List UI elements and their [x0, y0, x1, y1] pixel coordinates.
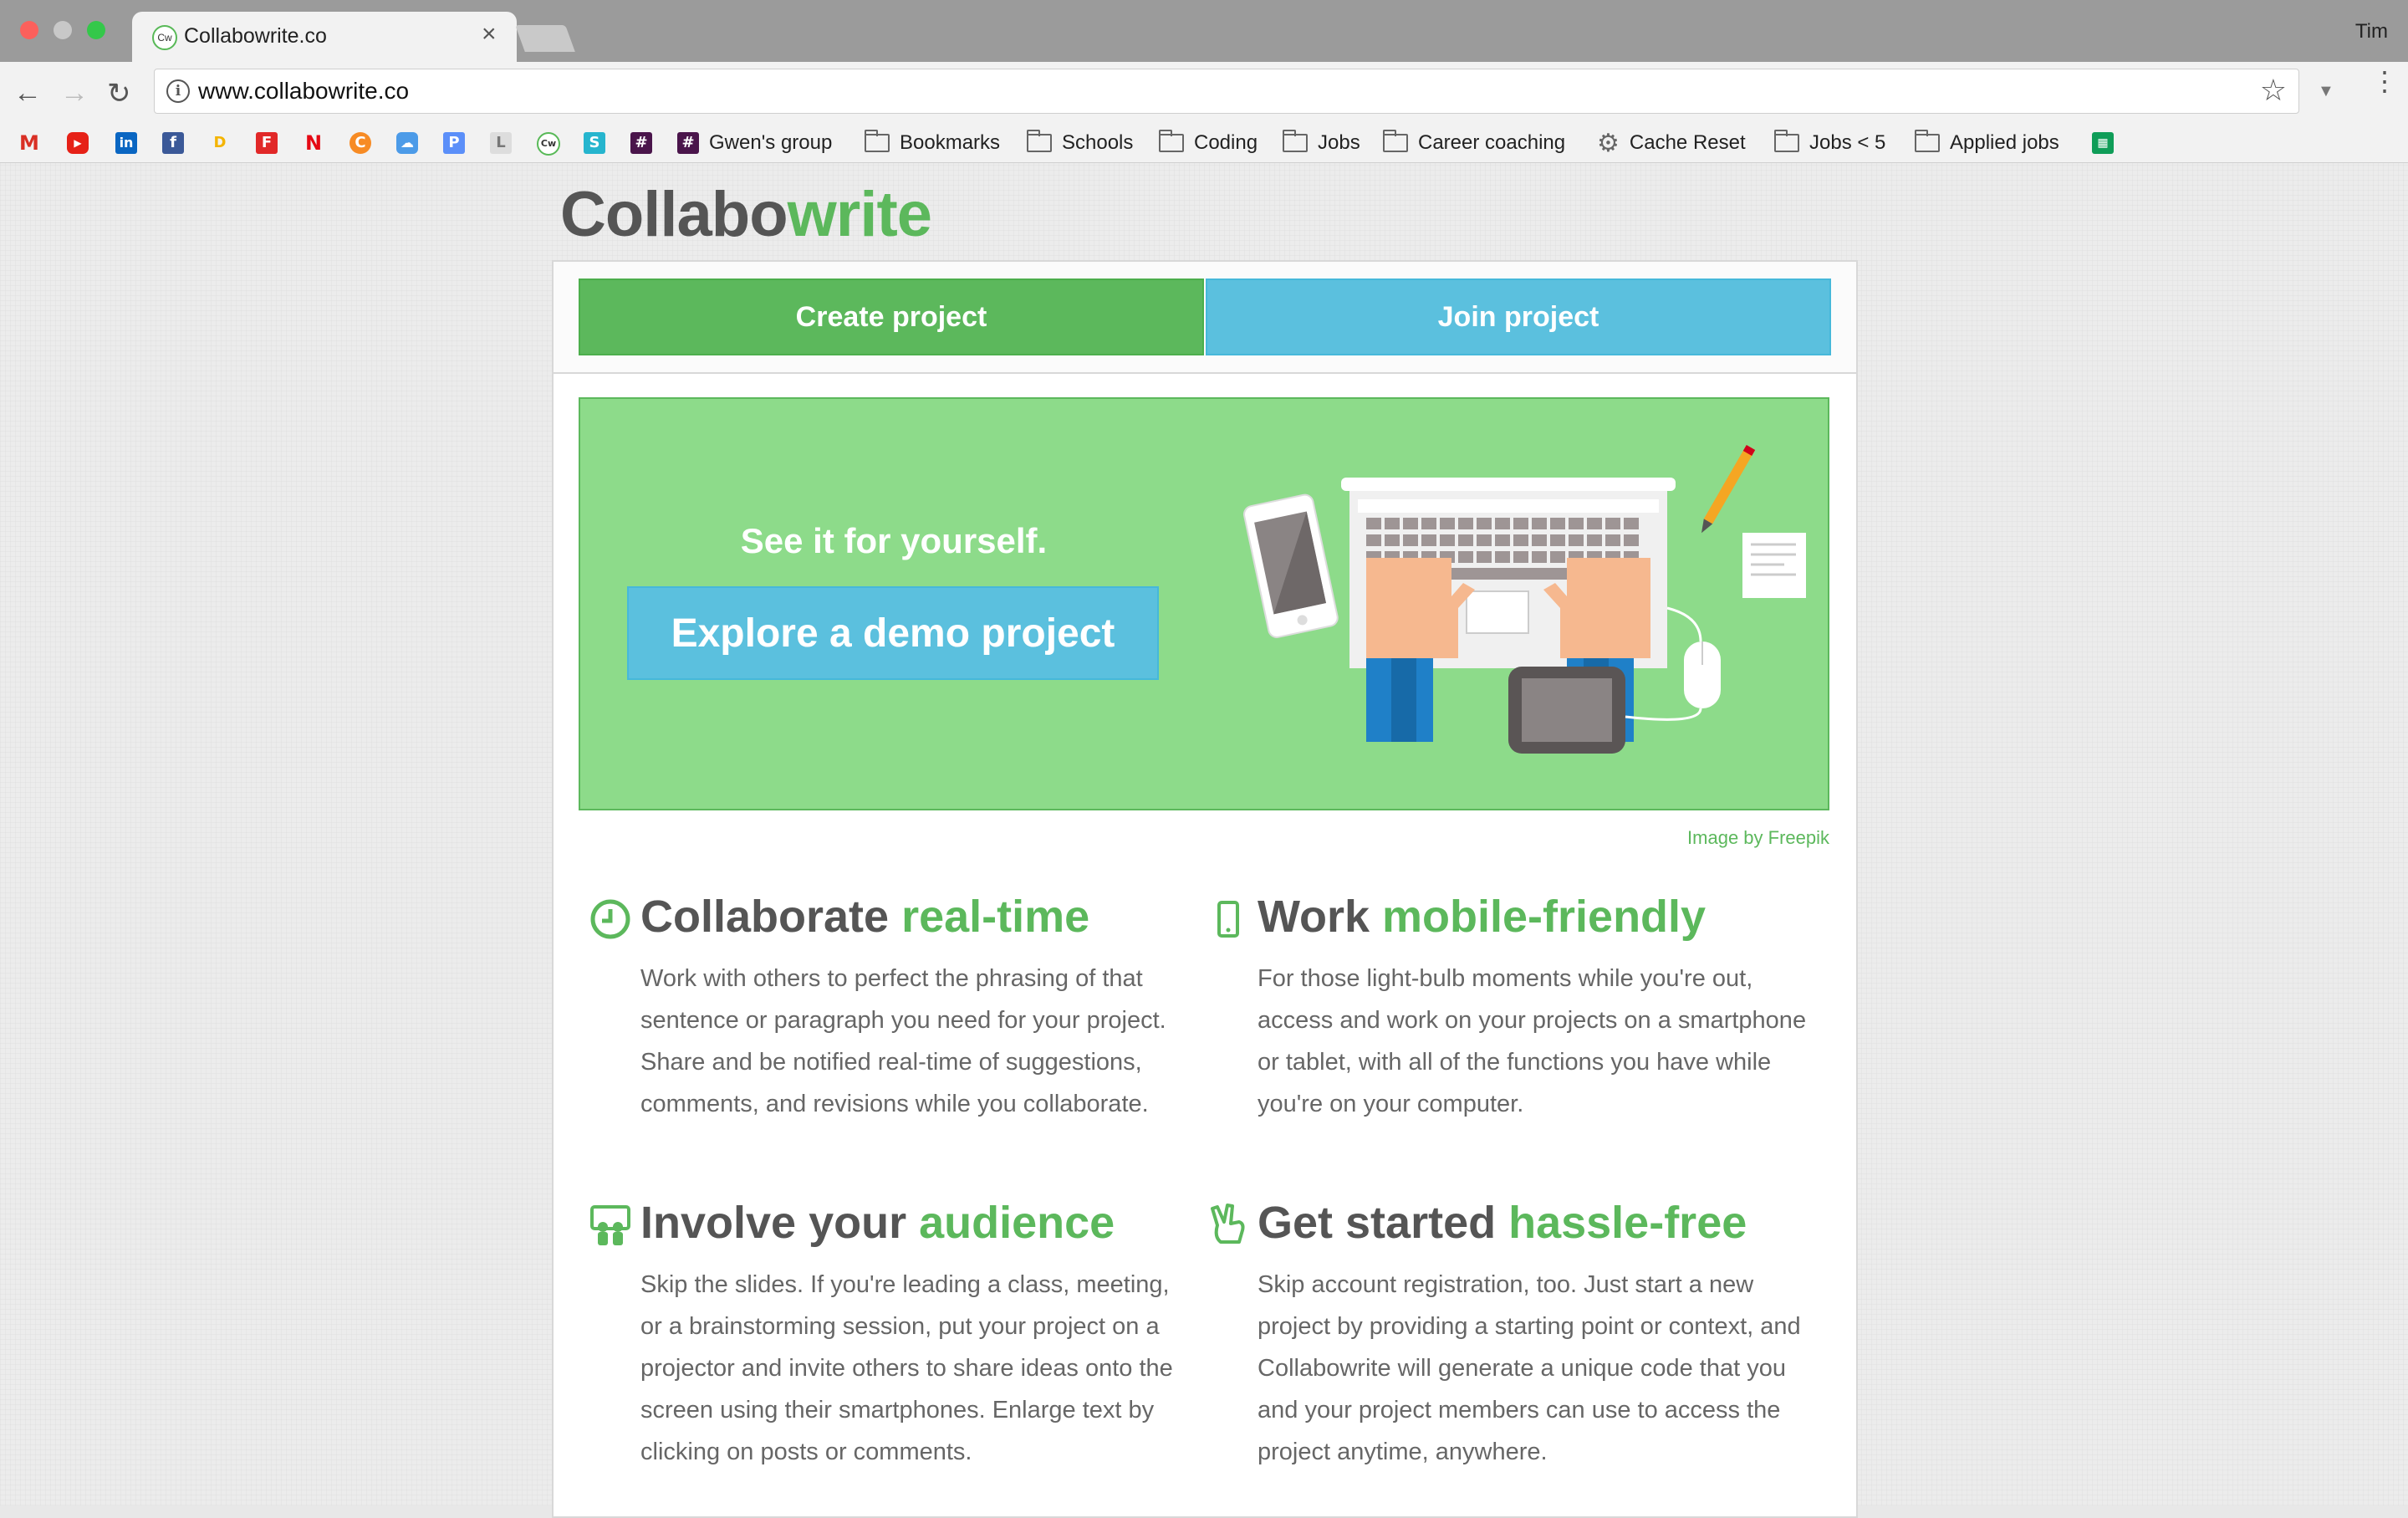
folder-icon — [865, 130, 890, 152]
back-arrow-icon[interactable]: ← — [13, 77, 42, 110]
page-viewport: Collabowrite Create project Join project… — [0, 163, 2408, 1518]
feature-description: Skip the slides. If you're leading a cla… — [640, 1271, 1173, 1465]
slack-icon: # — [677, 132, 699, 154]
folder-icon — [1159, 130, 1184, 152]
feature-collaborate-realtime: Collaborate real-time Work with others t… — [589, 891, 1174, 1125]
menu-icon[interactable]: ⋮ — [2371, 68, 2398, 95]
demo-banner: See it for yourself. Explore a demo proj… — [579, 397, 1829, 810]
bookmark-label: Schools — [1062, 131, 1134, 154]
info-icon[interactable]: i — [166, 79, 190, 103]
feature-involve-audience: Involve your audience Skip the slides. I… — [589, 1197, 1174, 1473]
feature-description: For those light-bulb moments while you'r… — [1258, 965, 1807, 1117]
flipboard-icon[interactable]: F — [256, 132, 278, 154]
crunchyroll-icon[interactable]: C — [349, 132, 371, 154]
bookmark-folder-jobs[interactable]: Jobs — [1283, 124, 1360, 162]
slack-icon[interactable]: # — [630, 132, 652, 154]
peace-hand-icon — [1211, 1204, 1245, 1244]
zoom-window-button[interactable] — [87, 21, 105, 39]
logo-part-2: write — [787, 179, 932, 250]
folder-icon — [1774, 130, 1799, 152]
address-bar[interactable]: i www.collabowrite.co ☆ — [154, 69, 2299, 114]
new-tab-button[interactable] — [515, 25, 575, 52]
forward-arrow-icon[interactable]: → — [60, 77, 89, 110]
bookmark-star-icon[interactable]: ☆ — [2260, 73, 2287, 108]
bookmark-folder-jobs-lt-5[interactable]: Jobs < 5 — [1774, 124, 1885, 162]
clock-icon — [590, 899, 630, 939]
folder-icon — [1915, 130, 1940, 152]
bookmark-label: Bookmarks — [900, 131, 1001, 154]
bookmark-folder-bookmarks[interactable]: Bookmarks — [865, 124, 1000, 162]
cloud-icon[interactable]: ☁ — [396, 132, 418, 154]
site-logo[interactable]: Collabowrite — [560, 178, 932, 251]
bookmarks-bar: M ▶ in f D F N C ☁ P L Cw S # # Gwen's g… — [0, 124, 2408, 163]
collabowrite-icon[interactable]: Cw — [537, 132, 560, 156]
minimize-window-button[interactable] — [54, 21, 72, 39]
gmail-icon[interactable]: M — [18, 132, 40, 154]
bookmark-gwens-group[interactable]: # Gwen's group — [677, 124, 832, 162]
folder-icon — [1027, 130, 1052, 152]
facebook-icon[interactable]: f — [162, 132, 184, 154]
action-bar: Create project Join project — [554, 262, 1856, 374]
linkedin-icon[interactable]: in — [115, 132, 137, 154]
p-icon[interactable]: P — [443, 132, 465, 154]
logo-part-1: Collabo — [560, 179, 788, 250]
main-panel: Create project Join project See it for y… — [552, 260, 1858, 1518]
join-project-button[interactable]: Join project — [1206, 279, 1831, 355]
folder-icon — [1283, 130, 1308, 152]
tab-title: Collabowrite.co — [184, 24, 327, 48]
bookmark-folder-coding[interactable]: Coding — [1159, 124, 1258, 162]
folder-icon — [1383, 130, 1408, 152]
gear-icon: ⚙ — [1597, 129, 1620, 157]
bookmark-label: Jobs — [1318, 131, 1360, 154]
feature-title: Involve your audience — [640, 1198, 1115, 1248]
browser-tabstrip: Cw Collabowrite.co × Tim — [0, 0, 2408, 64]
bookmark-folder-schools[interactable]: Schools — [1027, 124, 1133, 162]
reload-icon[interactable]: ↻ — [107, 77, 131, 110]
feature-mobile-friendly: Work mobile-friendly For those light-bul… — [1206, 891, 1806, 1125]
mobile-icon — [1217, 901, 1239, 938]
feature-description: Skip account registration, too. Just sta… — [1258, 1271, 1801, 1465]
bookmark-cache-reset[interactable]: ⚙ Cache Reset — [1597, 124, 1746, 162]
feature-title: Work mobile-friendly — [1258, 892, 1707, 942]
bookmark-label: Cache Reset — [1629, 131, 1746, 154]
workspace-illustration — [1243, 445, 1806, 754]
chevron-down-icon[interactable]: ▼ — [2318, 82, 2334, 101]
close-window-button[interactable] — [20, 21, 38, 39]
bookmark-folder-applied-jobs[interactable]: Applied jobs — [1915, 124, 2059, 162]
bookmark-label: Gwen's group — [709, 131, 833, 154]
s-icon[interactable]: S — [584, 132, 605, 154]
image-credit-link[interactable]: Image by Freepik — [554, 827, 1829, 849]
feature-title: Get started hassle-free — [1258, 1198, 1747, 1248]
collabowrite-favicon-icon: Cw — [152, 25, 177, 50]
explore-demo-button[interactable]: Explore a demo project — [627, 586, 1159, 680]
feature-description: Work with others to perfect the phrasing… — [640, 965, 1166, 1117]
browser-tab[interactable]: Cw Collabowrite.co × — [132, 12, 517, 64]
d-icon[interactable]: D — [209, 132, 231, 154]
url-text[interactable]: www.collabowrite.co — [198, 78, 409, 105]
close-tab-icon[interactable]: × — [482, 20, 497, 49]
bookmark-label: Applied jobs — [1950, 131, 2059, 154]
bookmark-label: Coding — [1194, 131, 1258, 154]
bookmark-label: Jobs < 5 — [1809, 131, 1886, 154]
netflix-icon[interactable]: N — [303, 132, 324, 154]
bookmark-folder-career-coaching[interactable]: Career coaching — [1383, 124, 1565, 162]
bookmark-label: Career coaching — [1418, 131, 1566, 154]
feature-hassle-free: Get started hassle-free Skip account reg… — [1206, 1197, 1801, 1473]
l-icon[interactable]: L — [490, 132, 512, 154]
banner-heading: See it for yourself. — [740, 521, 1048, 560]
profile-name[interactable]: Tim — [2355, 20, 2388, 43]
google-sheets-icon[interactable]: ▦ — [2092, 132, 2114, 154]
youtube-icon[interactable]: ▶ — [67, 132, 89, 154]
presentation-audience-icon — [590, 1205, 630, 1245]
create-project-button[interactable]: Create project — [579, 279, 1204, 355]
feature-title: Collaborate real-time — [640, 892, 1090, 942]
browser-toolbar: ← → ↻ i www.collabowrite.co ☆ ▼ ⋮ — [0, 62, 2408, 124]
